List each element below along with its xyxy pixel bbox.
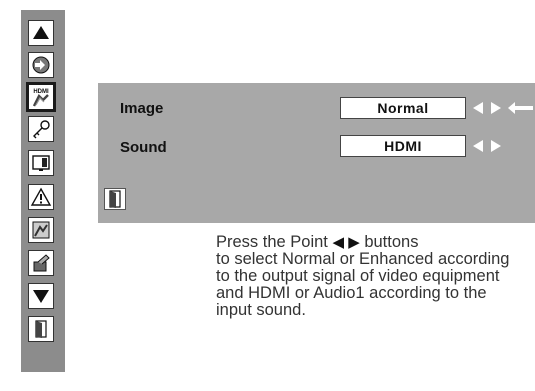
image-settings-icon: [32, 221, 50, 239]
warning-icon: [30, 187, 52, 206]
sidebar-item-tools[interactable]: [28, 250, 54, 276]
exit-icon: [35, 320, 47, 338]
sound-value-arrows[interactable]: [472, 139, 502, 153]
sidebar-item-image-settings[interactable]: [28, 217, 54, 243]
sidebar-item-key[interactable]: [28, 116, 54, 142]
arrow-up-icon: [33, 26, 49, 39]
exit-icon: [109, 190, 121, 208]
panel-exit-button[interactable]: [104, 188, 126, 210]
sidebar-item-up[interactable]: [28, 20, 54, 46]
sound-value-field[interactable]: HDMI: [340, 135, 466, 157]
sidebar-menu: HDMI: [21, 10, 65, 372]
sidebar-item-hdmi[interactable]: HDMI: [26, 82, 56, 112]
left-right-arrows-icon: [473, 140, 501, 152]
hdmi-icon: HDMI: [32, 89, 49, 107]
instruction-line1-before: Press the Point: [216, 233, 333, 251]
instruction-rest: to select Normal or Enhanced according t…: [216, 250, 510, 319]
instruction-line1-after: buttons: [359, 233, 419, 251]
enter-arrow-icon: [508, 102, 533, 114]
settings-panel: Image Normal Sound HDMI: [98, 83, 535, 223]
image-value-arrows[interactable]: [472, 101, 502, 115]
input-icon: [32, 56, 50, 74]
hdmi-icon-label: HDMI: [33, 89, 49, 95]
sidebar-item-screen[interactable]: [28, 150, 54, 176]
instruction-text: Press the Point ◀ ▶ buttons to select No…: [216, 234, 516, 319]
sound-label: Sound: [120, 139, 167, 156]
arrow-down-icon: [33, 290, 49, 303]
left-right-arrows-icon: [473, 102, 501, 114]
sidebar-item-warning[interactable]: [28, 184, 54, 210]
tools-icon: [33, 254, 50, 272]
sidebar-item-exit[interactable]: [28, 316, 54, 342]
image-value-field[interactable]: Normal: [340, 97, 466, 119]
sidebar-item-input[interactable]: [28, 52, 54, 78]
point-arrows-glyph: ◀ ▶: [332, 234, 360, 251]
key-icon: [33, 120, 50, 139]
screen-icon: [32, 155, 50, 171]
sidebar-item-down[interactable]: [28, 283, 54, 309]
image-label: Image: [120, 100, 164, 117]
